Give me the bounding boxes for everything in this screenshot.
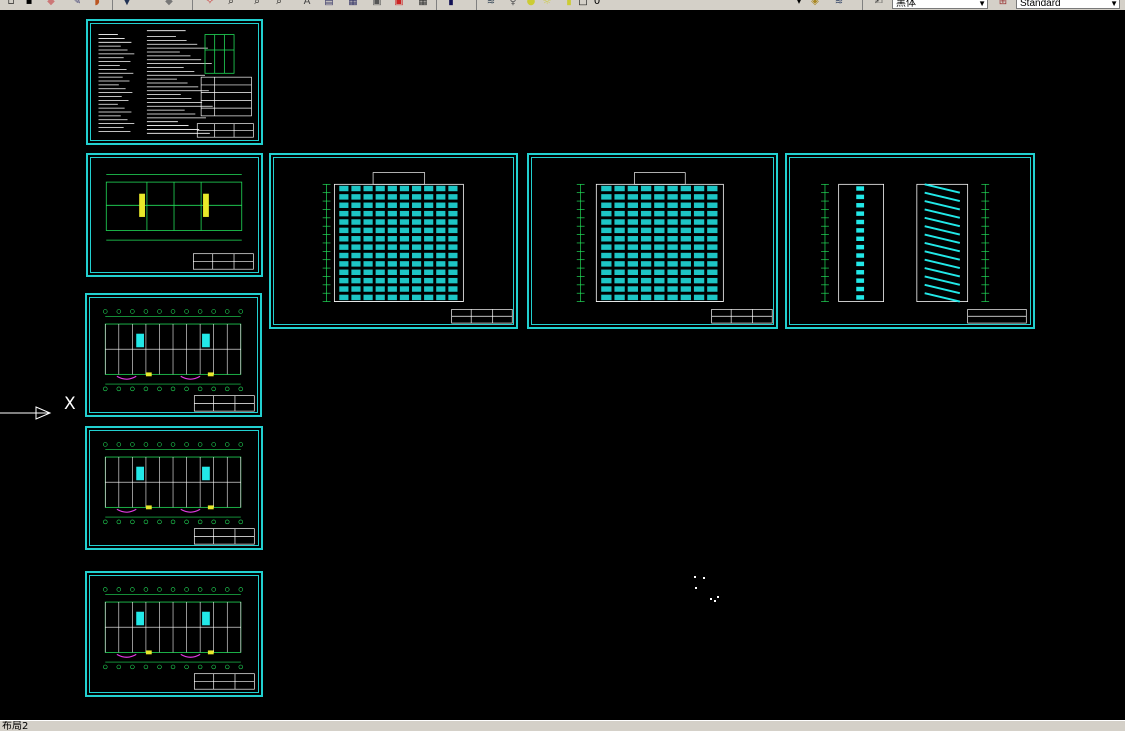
- layer-color-icon[interactable]: □: [576, 0, 590, 8]
- copy-icon[interactable]: ◗: [90, 0, 104, 8]
- stray-points: [694, 576, 719, 602]
- sheet-standard-floor-plan[interactable]: [85, 293, 262, 417]
- plan-drawing: [103, 309, 255, 412]
- calculator-icon[interactable]: ▦: [416, 0, 430, 8]
- redo-icon[interactable]: ◆: [162, 0, 176, 8]
- layer-lock-icon[interactable]: ▮: [562, 0, 576, 8]
- chevron-down-icon: ▼: [1110, 0, 1118, 8]
- layer-on-icon[interactable]: ●: [524, 0, 538, 8]
- undo-icon[interactable]: ▼: [120, 0, 134, 8]
- sheet-design-notes[interactable]: [86, 19, 263, 145]
- chevron-down-icon: ▼: [978, 0, 986, 8]
- model-space-canvas[interactable]: X: [0, 10, 1125, 720]
- match-properties-icon[interactable]: ✎: [70, 0, 84, 8]
- layer-freeze-icon[interactable]: ☼: [540, 0, 554, 8]
- layer-name-icon[interactable]: 0: [590, 0, 604, 8]
- ucs-icon: [0, 406, 52, 420]
- layer-previous-icon[interactable]: ≋: [832, 0, 846, 8]
- ucs-axis-label: X: [64, 394, 76, 414]
- open-icon[interactable]: ▪: [22, 0, 36, 8]
- plan-drawing: [105, 173, 254, 270]
- zoom-realtime-icon[interactable]: ✧: [203, 0, 217, 8]
- zoom-previous-icon[interactable]: ⌕: [250, 0, 264, 8]
- text-style-icon[interactable]: ✍: [872, 0, 886, 8]
- make-current-icon[interactable]: ◈: [808, 0, 822, 8]
- plan-drawing: [103, 442, 255, 545]
- help-icon[interactable]: ▮: [444, 0, 458, 8]
- dim-style-combo[interactable]: Standard ▼: [1016, 0, 1120, 9]
- sheet-roof-plan[interactable]: [85, 571, 263, 697]
- tool-palettes-icon[interactable]: ▦: [346, 0, 360, 8]
- text-style-combo[interactable]: 黑体 ▼: [892, 0, 988, 9]
- dim-style-icon[interactable]: ⊞: [996, 0, 1010, 8]
- notes-drawing: [98, 30, 254, 138]
- properties-icon[interactable]: A: [300, 0, 314, 8]
- section-drawing: [821, 183, 1027, 324]
- layer-manager-icon[interactable]: ≋: [484, 0, 498, 8]
- sheet-upper-floor-plan[interactable]: [85, 426, 263, 550]
- sheet-rear-elevation[interactable]: [527, 153, 778, 329]
- sheet-set-icon[interactable]: ▣: [370, 0, 384, 8]
- layout-tab-bar: 布局2: [0, 720, 1125, 731]
- zoom-extents-icon[interactable]: ⌕: [272, 0, 286, 8]
- elevation-drawing: [576, 172, 773, 324]
- sheet-first-floor-plan[interactable]: [86, 153, 263, 277]
- plan-drawing: [103, 587, 255, 690]
- zoom-window-icon[interactable]: ⌕: [224, 0, 238, 8]
- design-center-icon[interactable]: ▤: [322, 0, 336, 8]
- sheet-front-elevation[interactable]: [269, 153, 518, 329]
- elevation-drawing: [322, 172, 513, 324]
- sheet-side-elevation-section[interactable]: [785, 153, 1035, 329]
- layer-dropdown-icon[interactable]: ▾: [792, 0, 806, 8]
- markup-icon[interactable]: ▣: [392, 0, 406, 8]
- publish-icon[interactable]: ◆: [44, 0, 58, 8]
- layer-state-icon[interactable]: ♀: [506, 0, 520, 8]
- new-icon[interactable]: ▫: [4, 0, 18, 8]
